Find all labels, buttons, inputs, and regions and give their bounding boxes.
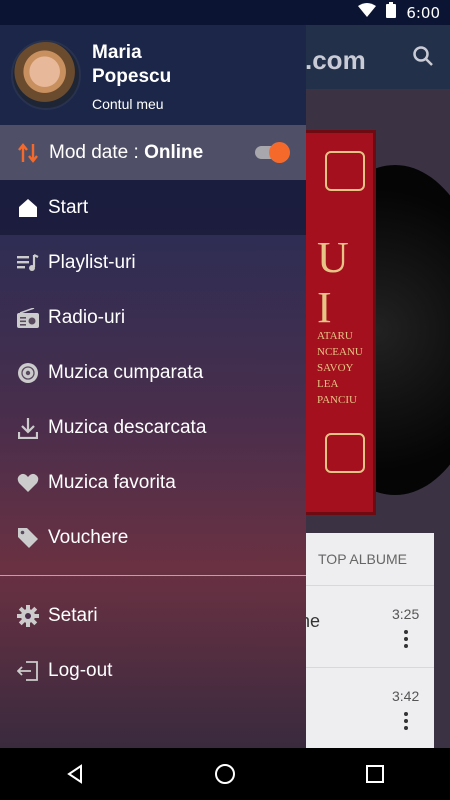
disc-icon xyxy=(17,362,39,384)
recents-icon[interactable] xyxy=(355,754,395,794)
download-icon xyxy=(17,417,39,439)
heart-icon xyxy=(17,472,39,494)
profile-name: Maria Popescu xyxy=(92,42,172,87)
data-transfer-icon xyxy=(17,142,39,164)
menu-item-logout[interactable]: Log-out xyxy=(0,643,306,698)
ornament-icon xyxy=(325,151,365,191)
my-account-link[interactable]: Contul meu xyxy=(92,96,164,112)
track-duration: 3:25 xyxy=(392,606,420,622)
gear-icon xyxy=(17,604,39,627)
more-options-icon[interactable] xyxy=(404,630,408,651)
album-cover-image: UI ATARU NCEANU SAVOY LEA PANCIU xyxy=(300,130,376,515)
wifi-icon xyxy=(358,3,377,22)
track-duration: 3:42 xyxy=(392,688,420,704)
system-navigation-bar xyxy=(0,748,450,800)
status-bar: 6:00 xyxy=(0,0,450,25)
home-circle-icon[interactable] xyxy=(205,754,245,794)
status-time: 6:00 xyxy=(406,3,440,22)
app-logo: .com xyxy=(305,45,366,75)
data-mode-label: Mod date : xyxy=(49,141,145,163)
more-options-icon[interactable] xyxy=(404,712,408,733)
list-item[interactable]: 3:42 xyxy=(300,667,434,748)
menu-item-settings[interactable]: Setari xyxy=(0,588,306,643)
avatar[interactable] xyxy=(11,40,81,110)
data-mode-value: Online xyxy=(144,141,204,163)
top-albums-panel: TOP ALBUME ne 3:25 3:42 xyxy=(300,533,434,748)
playlist-icon xyxy=(17,252,39,274)
back-icon[interactable] xyxy=(55,754,95,794)
list-item[interactable]: ne 3:25 xyxy=(300,585,434,667)
data-mode-row[interactable]: Mod date : Online xyxy=(0,125,306,180)
navigation-drawer: Maria Popescu Contul meu Mod date : Onli… xyxy=(0,25,306,748)
menu-item-purchased-music[interactable]: Muzica cumparata xyxy=(0,345,306,400)
menu-item-radios[interactable]: Radio-uri xyxy=(0,290,306,345)
menu-item-playlists[interactable]: Playlist-uri xyxy=(0,235,306,290)
radio-icon xyxy=(17,307,39,329)
menu-item-start[interactable]: Start xyxy=(0,180,306,235)
menu-divider xyxy=(0,575,306,576)
ornament-icon xyxy=(325,433,365,473)
data-mode-toggle[interactable] xyxy=(255,142,291,163)
tag-icon xyxy=(17,527,39,549)
tab-top-albume[interactable]: TOP ALBUME xyxy=(318,551,407,567)
menu-item-downloaded-music[interactable]: Muzica descarcata xyxy=(0,400,306,455)
logout-icon xyxy=(17,660,39,682)
search-icon[interactable] xyxy=(412,45,434,72)
profile-header[interactable]: Maria Popescu Contul meu xyxy=(0,25,306,125)
menu-item-vouchers[interactable]: Vouchere xyxy=(0,510,306,565)
menu-item-favorite-music[interactable]: Muzica favorita xyxy=(0,455,306,510)
battery-icon xyxy=(386,2,397,23)
home-icon xyxy=(17,197,39,219)
